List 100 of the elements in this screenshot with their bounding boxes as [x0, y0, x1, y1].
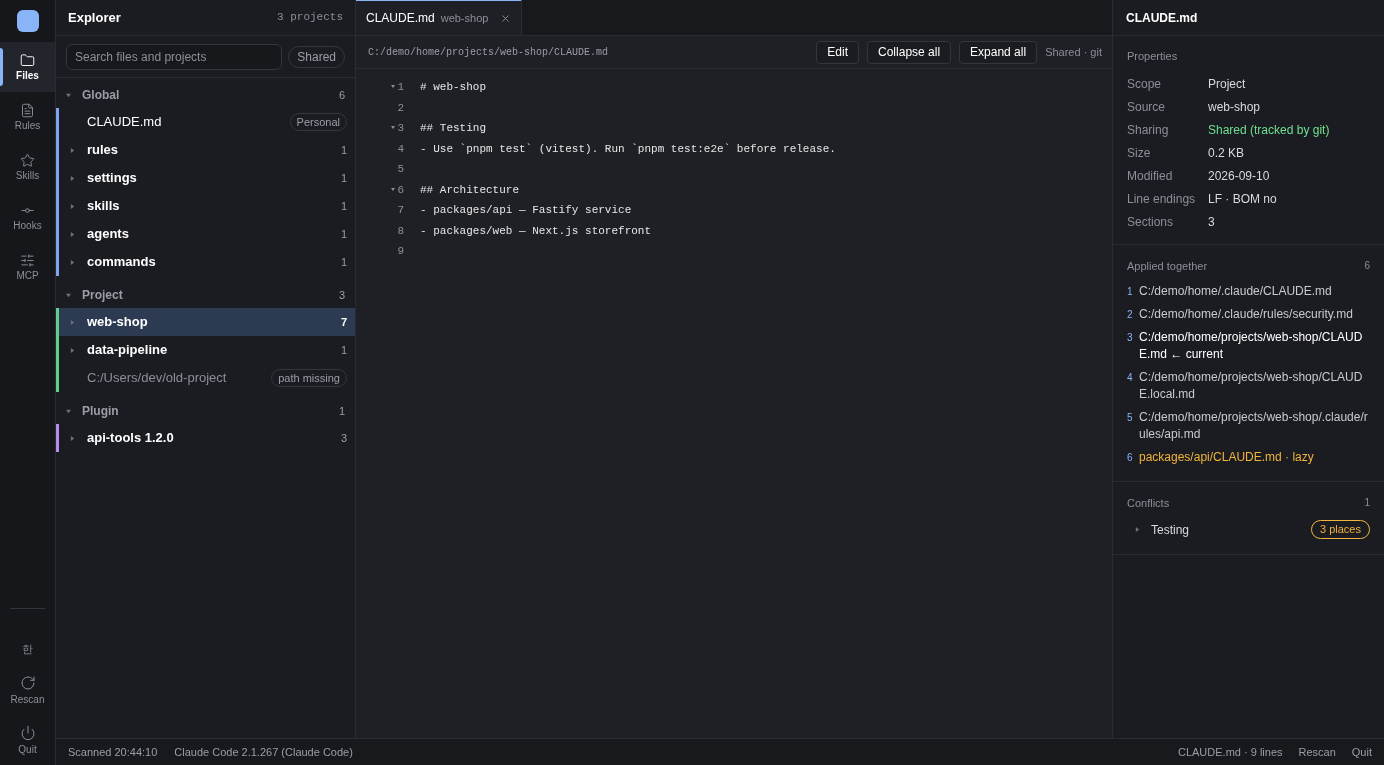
order-number: 6 — [1127, 451, 1134, 465]
order-number: 5 — [1127, 411, 1134, 425]
nav-item[interactable]: Rules — [0, 92, 55, 142]
caret-icon[interactable] — [70, 347, 75, 353]
nav-item[interactable]: MCP — [0, 242, 55, 292]
order-number: 2 — [1127, 308, 1134, 322]
item-count: 1 — [340, 254, 347, 270]
caret-icon[interactable] — [70, 203, 75, 209]
order-number: 4 — [1127, 371, 1134, 385]
item-count: 1 — [340, 226, 347, 242]
conflict-label[interactable]: Testing — [1151, 520, 1311, 539]
property-value: web-shop — [1208, 99, 1261, 116]
rescan-button[interactable]: Rescan — [0, 665, 55, 715]
project-count: 3 projects — [277, 10, 343, 26]
caret-icon[interactable] — [70, 231, 75, 237]
item-count: 1 — [340, 342, 347, 358]
fold-icon[interactable] — [391, 126, 396, 131]
quit-button[interactable]: Quit — [0, 715, 55, 765]
toolbar-button[interactable]: Collapse all — [867, 40, 952, 64]
line-number: 7 — [397, 203, 404, 218]
line-number: 9 — [397, 244, 404, 259]
code-line: # web-shop — [420, 80, 486, 95]
property-label: Scope — [1127, 76, 1163, 93]
item-count: 7 — [340, 314, 347, 330]
section-header[interactable]: Global 6 — [56, 84, 355, 106]
panel-title: Explorer — [68, 8, 121, 27]
section-count: 1 — [1364, 496, 1370, 510]
fold-icon[interactable] — [391, 85, 396, 90]
property-label: Source — [1127, 99, 1167, 116]
panel-title: CLAUDE.md — [1126, 9, 1198, 27]
nav-item[interactable]: Files — [0, 42, 55, 92]
toolbar-button[interactable]: Expand all — [959, 40, 1038, 64]
property-value: Project — [1208, 76, 1246, 93]
property-label: Sharing — [1127, 122, 1170, 139]
applied-file-path[interactable]: C:/demo/home/projects/web-shop/CLAUDE.md ← current — [1139, 329, 1370, 363]
order-number: 1 — [1127, 285, 1134, 299]
caret-icon[interactable] — [70, 259, 75, 265]
line-number: 4 — [397, 141, 404, 157]
star-icon — [20, 152, 35, 168]
language-toggle[interactable]: 한 — [0, 637, 55, 661]
folder-icon — [20, 52, 35, 68]
section-title: Applied together — [1127, 258, 1208, 274]
caret-icon[interactable] — [70, 319, 75, 325]
applied-file-path[interactable]: packages/api/CLAUDE.md · lazy — [1139, 449, 1370, 466]
section-header[interactable]: Plugin 1 — [56, 400, 355, 422]
nav-item[interactable]: Hooks — [0, 192, 55, 242]
fold-icon[interactable] — [391, 187, 396, 192]
code-line: ## Testing — [420, 121, 486, 136]
line-number: 1 — [397, 80, 404, 95]
status-text[interactable]: Rescan — [1298, 743, 1336, 761]
line-number: 2 — [397, 100, 404, 116]
property-value: 0.2 KB — [1208, 145, 1245, 162]
property-label: Size — [1127, 145, 1152, 162]
section-count: 6 — [1364, 258, 1370, 273]
caret-icon[interactable] — [66, 292, 71, 298]
section-title: Conflicts — [1127, 496, 1170, 511]
search-field[interactable]: Search files and projects — [66, 43, 283, 70]
caret-icon[interactable] — [66, 408, 71, 414]
tree-item[interactable]: web-shop 7 — [56, 308, 355, 336]
property-value: 3 — [1208, 214, 1215, 231]
code-line: - packages/api — Fastify service — [420, 203, 632, 218]
property-value: Shared (tracked by git) — [1208, 122, 1330, 139]
item-count: 1 — [340, 198, 347, 214]
item-count: 3 — [340, 430, 347, 446]
property-label: Sections — [1127, 214, 1175, 231]
nav-item[interactable]: Skills — [0, 142, 55, 192]
applied-file-path[interactable]: C:/demo/home/.claude/rules/security.md — [1139, 306, 1370, 323]
status-text: Claude Code 2.1.267 (Claude Code) — [174, 744, 353, 760]
caret-icon[interactable] — [70, 175, 75, 181]
line-number: 8 — [397, 223, 404, 239]
property-value: LF · BOM no — [1208, 191, 1277, 208]
code-line: - packages/web — Next.js storefront — [420, 223, 652, 239]
editor-tab[interactable]: CLAUDE.md web-shop — [356, 0, 523, 35]
caret-icon[interactable] — [66, 92, 71, 98]
applied-file-path[interactable]: C:/demo/home/projects/web-shop/.claude/rules/api.md — [1139, 409, 1370, 443]
section-header[interactable]: Project 3 — [56, 284, 355, 306]
property-label: Line endings — [1127, 191, 1197, 208]
status-text[interactable]: Quit — [1351, 743, 1372, 761]
close-icon — [500, 12, 512, 24]
sliders-icon — [20, 252, 35, 268]
toolbar-button[interactable]: Edit — [816, 40, 860, 64]
line-number: 5 — [397, 162, 404, 177]
document-icon — [20, 102, 35, 118]
code-line: - Use `pnpm test` (vitest). Run `pnpm test:e2e` before release. — [420, 141, 836, 157]
power-icon — [19, 724, 36, 741]
applied-file-path[interactable]: C:/demo/home/projects/web-shop/CLAUDE.local.md — [1139, 369, 1370, 403]
caret-icon[interactable] — [70, 435, 75, 441]
property-value: 2026-09-10 — [1208, 168, 1270, 185]
section-title: Properties — [1127, 49, 1179, 64]
applied-file-path[interactable]: C:/demo/home/.claude/CLAUDE.md — [1139, 283, 1370, 300]
file-path: C:/demo/home/projects/web-shop/CLAUDE.md — [368, 45, 610, 60]
caret-icon[interactable] — [70, 147, 75, 153]
status-text: CLAUDE.md · 9 lines — [1177, 744, 1283, 760]
line-number: 3 — [397, 121, 404, 136]
item-count: 1 — [340, 170, 347, 186]
property-label: Modified — [1127, 168, 1174, 185]
caret-icon[interactable] — [1135, 527, 1140, 532]
app-logo — [16, 10, 39, 32]
order-number: 3 — [1127, 331, 1134, 345]
code-line: ## Architecture — [420, 182, 520, 198]
